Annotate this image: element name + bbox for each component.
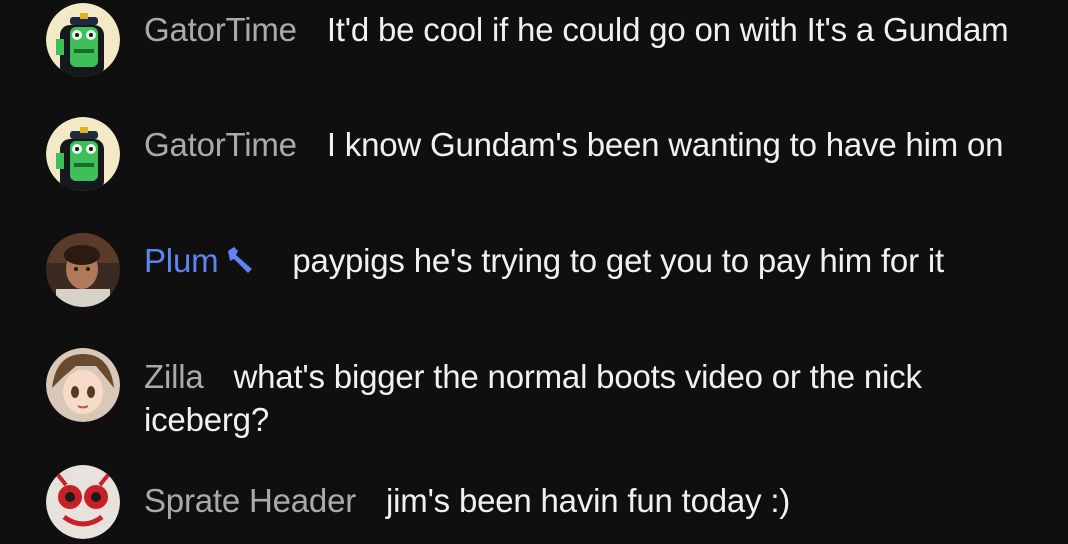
anime-avatar-icon xyxy=(46,348,120,422)
clown-avatar-icon xyxy=(46,465,120,539)
photo-avatar-icon xyxy=(46,233,120,307)
author-name[interactable]: Zilla xyxy=(144,358,204,395)
live-chat-feed: GatorTime It'd be cool if he could go on … xyxy=(0,0,1068,544)
message-text: jim's been havin fun today :) xyxy=(386,482,791,519)
author-name[interactable]: Sprate Header xyxy=(144,482,356,519)
chat-message-body: GatorTime It'd be cool if he could go on … xyxy=(144,8,1024,51)
author-name[interactable]: Plum xyxy=(144,242,219,279)
author-name[interactable]: GatorTime xyxy=(144,11,297,48)
author-name[interactable]: GatorTime xyxy=(144,126,297,163)
chat-message-body: GatorTime I know Gundam's been wanting to… xyxy=(144,123,1024,166)
gator-avatar-icon xyxy=(46,117,120,191)
chat-message-body: Plum paypigs he's trying to get you to p… xyxy=(144,239,1024,282)
chat-message-body: Sprate Header jim's been havin fun today … xyxy=(144,479,1024,522)
message-text: paypigs he's trying to get you to pay hi… xyxy=(292,242,944,279)
chat-message-body: Zilla what's bigger the normal boots vide… xyxy=(144,355,1024,441)
gator-avatar-icon xyxy=(46,3,120,77)
gator-avatar[interactable] xyxy=(46,3,120,77)
wrench-icon xyxy=(224,242,258,273)
message-text: what's bigger the normal boots video or … xyxy=(144,358,922,438)
gator-avatar[interactable] xyxy=(46,117,120,191)
anime-avatar[interactable] xyxy=(46,348,120,422)
clown-avatar[interactable] xyxy=(46,465,120,539)
photo-avatar[interactable] xyxy=(46,233,120,307)
message-text: I know Gundam's been wanting to have him… xyxy=(326,126,1004,163)
message-text: It'd be cool if he could go on with It's… xyxy=(326,11,1009,48)
